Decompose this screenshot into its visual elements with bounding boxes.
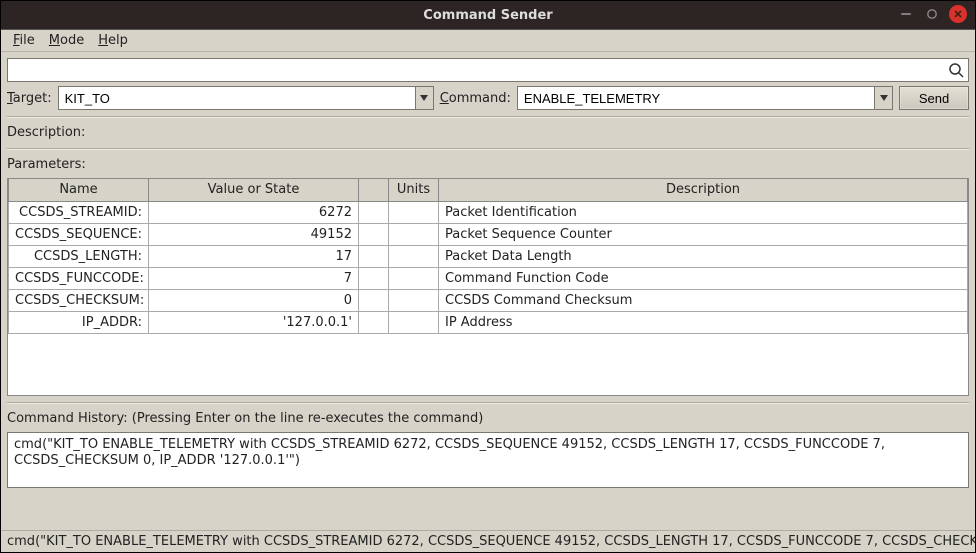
parameters-table: Name Value or State Units Description CC… [8,179,968,334]
menubar: File Mode Help [1,30,975,52]
titlebar: Command Sender [1,1,975,29]
search-box [7,58,969,82]
chevron-down-icon [420,94,428,102]
maximize-button[interactable] [923,5,941,23]
param-extra[interactable] [359,289,389,311]
titlebar-controls [897,5,967,23]
col-extra-header[interactable] [359,179,389,201]
command-label: Command: [440,91,511,106]
menu-mode[interactable]: Mode [43,31,90,50]
description-label: Description: [7,123,969,142]
table-row: CCSDS_SEQUENCE:49152 Packet Sequence Coun… [9,223,968,245]
content: Target: Command: Send Description: [1,52,975,530]
param-extra[interactable] [359,201,389,223]
close-button[interactable] [949,5,967,23]
param-name: CCSDS_STREAMID: [9,201,149,223]
param-value[interactable]: 0 [149,289,359,311]
param-units [389,311,439,333]
search-input[interactable] [8,59,944,81]
param-units [389,245,439,267]
table-row: CCSDS_CHECKSUM:0 CCSDS Command Checksum [9,289,968,311]
param-extra[interactable] [359,267,389,289]
table-header-row: Name Value or State Units Description [9,179,968,201]
param-value[interactable]: 7 [149,267,359,289]
table-row: CCSDS_FUNCCODE:7 Command Function Code [9,267,968,289]
param-extra[interactable] [359,245,389,267]
param-units [389,267,439,289]
target-label: Target: [7,91,52,106]
command-input[interactable] [518,87,874,109]
parameters-label: Parameters: [7,155,969,174]
param-value[interactable]: 6272 [149,201,359,223]
param-name: CCSDS_LENGTH: [9,245,149,267]
col-value-header[interactable]: Value or State [149,179,359,201]
command-combo[interactable] [517,86,893,110]
param-extra[interactable] [359,311,389,333]
param-value[interactable]: '127.0.0.1' [149,311,359,333]
divider [7,148,969,149]
status-bar: cmd("KIT_TO ENABLE_TELEMETRY with CCSDS_… [1,530,975,552]
menu-file[interactable]: File [7,31,41,50]
param-name: CCSDS_FUNCCODE: [9,267,149,289]
menu-help[interactable]: Help [92,31,134,50]
param-name: CCSDS_SEQUENCE: [9,223,149,245]
selector-row: Target: Command: Send [7,86,969,110]
parameters-table-wrap: Name Value or State Units Description CC… [7,178,969,396]
table-row: IP_ADDR:'127.0.0.1' IP Address [9,311,968,333]
history-entry[interactable]: cmd("KIT_TO ENABLE_TELEMETRY with CCSDS_… [14,437,962,470]
app-window: Command Sender File Mode Help [0,0,976,553]
param-desc: CCSDS Command Checksum [439,289,968,311]
target-input[interactable] [59,87,415,109]
table-row: CCSDS_STREAMID:6272 Packet Identification [9,201,968,223]
param-desc: Packet Data Length [439,245,968,267]
history-label: Command History: (Pressing Enter on the … [7,409,969,428]
status-text: cmd("KIT_TO ENABLE_TELEMETRY with CCSDS_… [7,534,975,549]
search-row [7,58,969,82]
param-value[interactable]: 17 [149,245,359,267]
command-dropdown-button[interactable] [874,87,892,109]
chevron-down-icon [880,94,888,102]
param-name: IP_ADDR: [9,311,149,333]
param-units [389,223,439,245]
target-combo[interactable] [58,86,434,110]
history-box[interactable]: cmd("KIT_TO ENABLE_TELEMETRY with CCSDS_… [7,432,969,488]
table-row: CCSDS_LENGTH:17 Packet Data Length [9,245,968,267]
param-desc: Command Function Code [439,267,968,289]
param-extra[interactable] [359,223,389,245]
send-button[interactable]: Send [899,86,969,110]
param-desc: IP Address [439,311,968,333]
param-name: CCSDS_CHECKSUM: [9,289,149,311]
client-area: File Mode Help Target: [1,29,975,552]
param-units [389,289,439,311]
target-dropdown-button[interactable] [415,87,433,109]
param-desc: Packet Sequence Counter [439,223,968,245]
col-desc-header[interactable]: Description [439,179,968,201]
minimize-button[interactable] [897,5,915,23]
param-units [389,201,439,223]
param-value[interactable]: 49152 [149,223,359,245]
divider [7,402,969,403]
search-icon[interactable] [948,62,964,82]
divider [7,116,969,117]
param-desc: Packet Identification [439,201,968,223]
col-name-header[interactable]: Name [9,179,149,201]
col-units-header[interactable]: Units [389,179,439,201]
window-title: Command Sender [423,8,552,23]
